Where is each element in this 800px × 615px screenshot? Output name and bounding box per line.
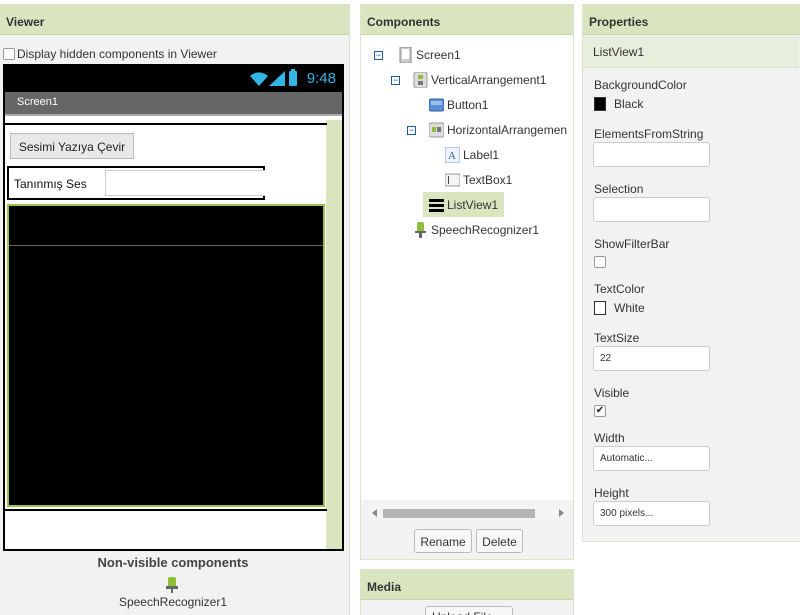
tree-item-textbox1[interactable]: TextBox1 [445,169,512,191]
text-size-input[interactable]: 22 [593,346,710,371]
selection-input[interactable] [593,197,710,222]
prop-label-text-size: TextSize [594,331,640,345]
screen-icon [399,47,412,63]
display-hidden-checkbox-box[interactable] [3,48,15,60]
tree-item-speech-recognizer1[interactable]: SpeechRecognizer1 [413,219,539,241]
microphone-icon[interactable] [166,577,178,593]
screen-scrollbar[interactable] [326,120,342,549]
properties-panel: Properties ListView1 BackgroundColor Bla… [582,4,800,542]
prop-label-elements-from-string: ElementsFromString [594,127,704,141]
label1-preview[interactable]: Tanınmış Ses [14,177,87,191]
upload-file-button[interactable]: Upload File ... [425,606,513,615]
label-icon: A [445,147,460,163]
screen-area: Sesimi Yazıya Çevir Tanınmış Ses [5,120,342,549]
horizontal-arrangement-icon [429,122,444,138]
tree-horizontal-scrollbar[interactable] [369,506,567,520]
tree-label-listview1: ListView1 [447,197,499,212]
battery-icon [289,69,297,86]
prop-label-height: Height [594,486,629,500]
tree-item-listview1[interactable]: ListView1 [423,192,505,217]
svg-text:A: A [448,150,456,162]
tree-label-horizontal-arrangement1: HorizontalArrangemen [447,123,568,137]
tree-item-horizontal-arrangement1[interactable]: HorizontalArrangemen [429,119,567,141]
status-time: 9:48 [306,70,336,87]
prop-label-show-filter-bar: ShowFilterBar [594,237,670,251]
tree-item-label1[interactable]: A Label1 [445,144,499,166]
components-panel: Components − Screen1 − VerticalArrangeme… [360,4,574,560]
text-color-swatch[interactable] [594,301,606,315]
screen-title-bar: Screen1 [5,92,342,116]
collapse-toggle-vertical-arrangement1[interactable]: − [391,76,400,85]
media-title: Media [361,570,573,600]
tree-item-screen1[interactable]: Screen1 [398,44,461,66]
textbox-icon [445,173,460,187]
components-title: Components [361,5,573,35]
tree-label-button1: Button1 [447,98,489,112]
listview-separator [9,245,323,246]
delete-button[interactable]: Delete [476,529,523,553]
rename-button[interactable]: Rename [414,529,472,553]
status-bar: 9:48 [5,66,342,92]
selected-component-name: ListView1 [583,36,799,68]
prop-label-text-color: TextColor [594,282,645,296]
elements-from-string-input[interactable] [593,142,710,167]
visible-checkbox[interactable]: ✔ [594,405,606,417]
media-panel: Media Upload File ... [360,569,574,615]
listview1-preview[interactable] [7,204,325,507]
background-color-value[interactable]: Black [614,97,643,111]
vertical-arrangement-preview[interactable]: Sesimi Yazıya Çevir Tanınmış Ses [5,123,327,511]
phone-preview: 9:48 Screen1 Sesimi Yazıya Çevir Tanınmı… [3,64,344,551]
textbox1-preview[interactable] [105,170,265,196]
microphone-icon [415,222,426,238]
text-color-value[interactable]: White [614,301,645,315]
scroll-thumb[interactable] [383,509,535,518]
nonvisible-speech-recognizer[interactable]: SpeechRecognizer1 [0,595,346,609]
prop-label-visible: Visible [594,386,630,400]
display-hidden-label: Display hidden components in Viewer [17,47,217,61]
viewer-panel: Viewer Display hidden components in View… [0,4,350,615]
scroll-right-icon[interactable] [559,509,564,517]
button-icon [429,98,444,112]
tree-item-vertical-arrangement1[interactable]: VerticalArrangement1 [413,69,546,91]
prop-label-selection: Selection [594,182,644,196]
collapse-toggle-horizontal-arrangement1[interactable]: − [407,126,416,135]
tree-label-textbox1: TextBox1 [463,173,513,187]
tree-label-label1: Label1 [463,148,500,162]
collapse-toggle-screen1[interactable]: − [374,51,383,60]
prop-label-width: Width [594,431,625,445]
properties-title: Properties [583,5,800,35]
height-input[interactable]: 300 pixels... [593,501,710,526]
component-tree: − Screen1 − VerticalArrangement1 Button1… [361,35,573,500]
display-hidden-components-checkbox[interactable]: Display hidden components in Viewer [3,47,217,61]
tree-item-button1[interactable]: Button1 [429,94,488,116]
button1-preview[interactable]: Sesimi Yazıya Çevir [10,133,134,159]
scroll-left-icon[interactable] [372,509,377,517]
background-color-swatch[interactable] [594,97,606,111]
tree-label-speech-recognizer1: SpeechRecognizer1 [431,223,540,237]
prop-label-background-color: BackgroundColor [594,78,687,92]
listview-icon [429,198,444,212]
tree-label-screen1: Screen1 [416,48,461,62]
tree-label-vertical-arrangement1: VerticalArrangement1 [431,73,547,87]
horizontal-arrangement-preview[interactable]: Tanınmış Ses [7,166,265,200]
signal-icon [269,71,285,86]
show-filter-bar-checkbox[interactable] [594,256,606,268]
viewer-title: Viewer [0,5,349,35]
vertical-arrangement-icon [413,72,428,88]
nonvisible-components-title: Non-visible components [97,555,249,570]
wifi-icon [250,72,268,86]
width-input[interactable]: Automatic... [593,446,710,471]
